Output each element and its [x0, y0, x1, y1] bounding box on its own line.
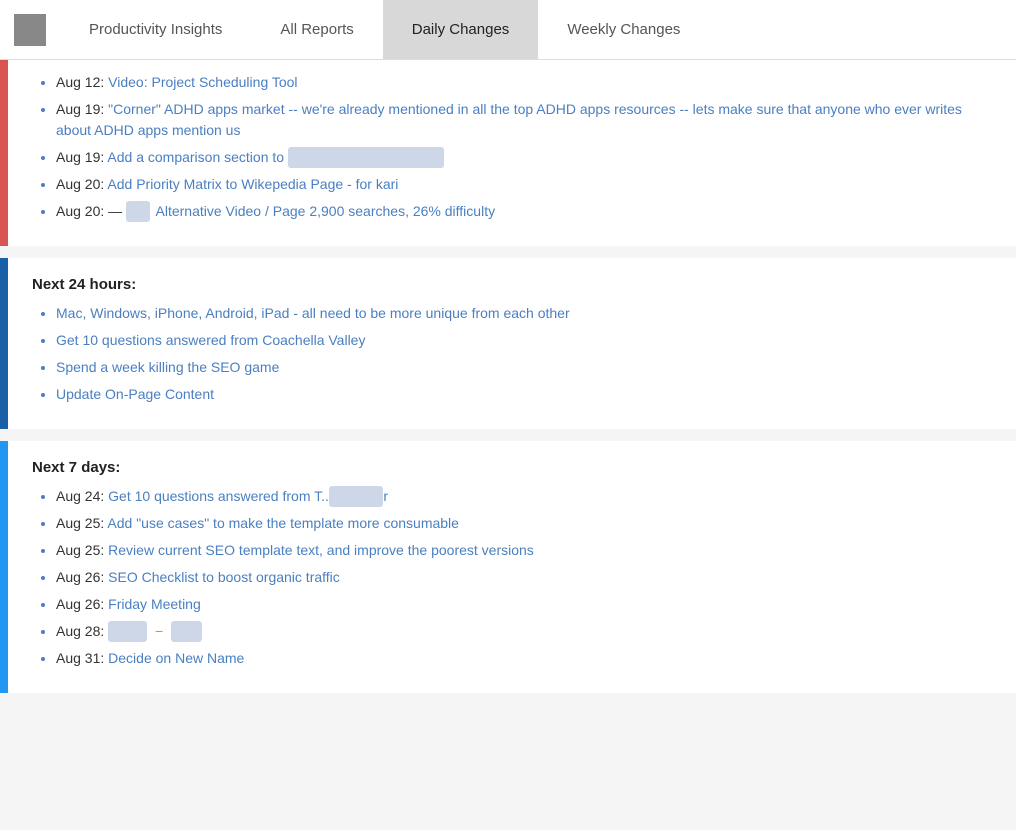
content-area: Aug 12: Video: Project Scheduling Tool A… [0, 60, 1016, 693]
list-item: Aug 25: Review current SEO template text… [56, 540, 992, 561]
list-item: Aug 25: Add "use cases" to make the temp… [56, 513, 992, 534]
section-next-24-hours: Next 24 hours: Mac, Windows, iPhone, And… [0, 258, 1016, 429]
list-item: Aug 19: "Corner" ADHD apps market -- we'… [56, 99, 992, 141]
section-bar-blue-dark [0, 258, 8, 429]
list-item: Aug 12: Video: Project Scheduling Tool [56, 72, 992, 93]
section-body-past: Aug 12: Video: Project Scheduling Tool A… [8, 60, 1016, 246]
list-item: Mac, Windows, iPhone, Android, iPad - al… [56, 303, 992, 324]
tab-productivity-insights[interactable]: Productivity Insights [60, 0, 251, 59]
section-title-7d: Next 7 days: [32, 459, 992, 476]
list-item: Aug 20: Add Priority Matrix to Wikepedia… [56, 174, 992, 195]
tab-daily-changes[interactable]: Daily Changes [383, 0, 539, 59]
section-body-7d: Next 7 days: Aug 24: Get 10 questions an… [8, 441, 1016, 693]
list-item: Spend a week killing the SEO game [56, 357, 992, 378]
section-bar-blue-light [0, 441, 8, 693]
section-title-24h: Next 24 hours: [32, 276, 992, 293]
tab-all-reports[interactable]: All Reports [251, 0, 382, 59]
tab-weekly-changes[interactable]: Weekly Changes [538, 0, 709, 59]
section-past-items: Aug 12: Video: Project Scheduling Tool A… [0, 60, 1016, 246]
past-items-list: Aug 12: Video: Project Scheduling Tool A… [32, 72, 992, 222]
header: Productivity Insights All Reports Daily … [0, 0, 1016, 60]
list-item: Aug 20: — Alternative Video / Page 2,900… [56, 201, 992, 222]
logo-square [14, 14, 46, 46]
logo [0, 0, 60, 60]
list-item: Aug 28: − [56, 621, 992, 642]
list-item: Aug 26: SEO Checklist to boost organic t… [56, 567, 992, 588]
next-24h-list: Mac, Windows, iPhone, Android, iPad - al… [32, 303, 992, 405]
list-item: Aug 31: Decide on New Name [56, 648, 992, 669]
list-item: Update On-Page Content [56, 384, 992, 405]
section-bar-red [0, 60, 8, 246]
list-item: Aug 26: Friday Meeting [56, 594, 992, 615]
list-item: Get 10 questions answered from Coachella… [56, 330, 992, 351]
next-7d-list: Aug 24: Get 10 questions answered from T… [32, 486, 992, 669]
section-body-24h: Next 24 hours: Mac, Windows, iPhone, And… [8, 258, 1016, 429]
list-item: Aug 19: Add a comparison section to [56, 147, 992, 168]
section-next-7-days: Next 7 days: Aug 24: Get 10 questions an… [0, 441, 1016, 693]
tab-bar: Productivity Insights All Reports Daily … [60, 0, 709, 59]
list-item: Aug 24: Get 10 questions answered from T… [56, 486, 992, 507]
